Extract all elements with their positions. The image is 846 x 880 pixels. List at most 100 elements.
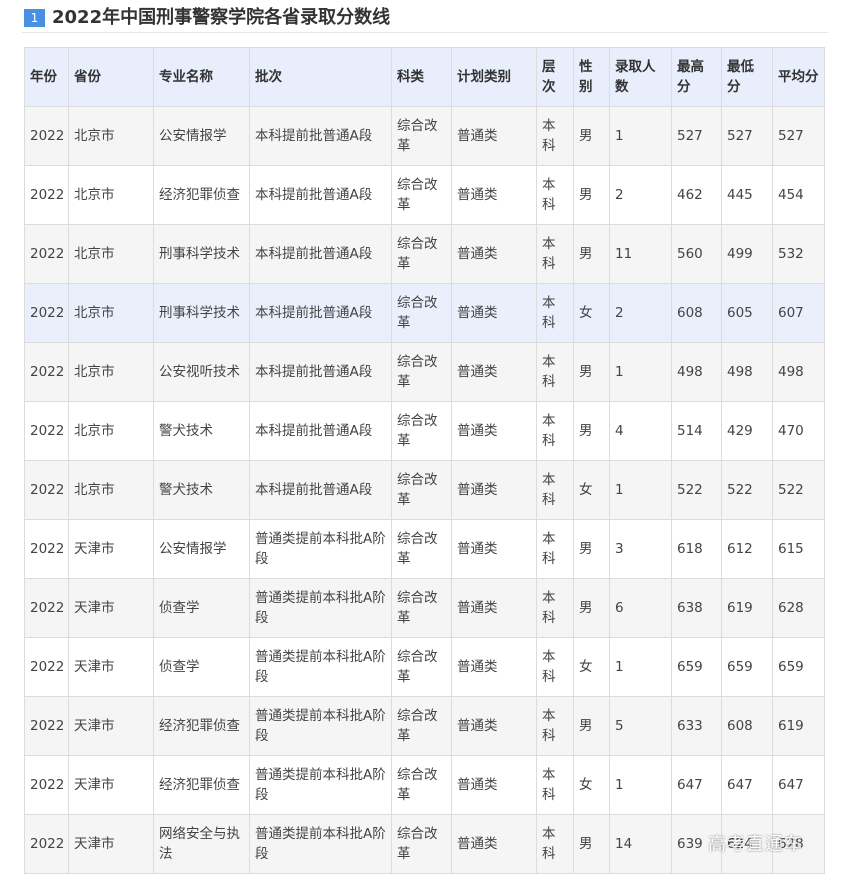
header-plan-type: 计划类别 (451, 47, 537, 107)
table-row: 2022 天津市 公安情报学 普通类提前本科批A阶段 综合改革 普通类 本科男 3 618 612… (24, 519, 825, 579)
cell-batch: 普通类提前本科批A阶段 (249, 578, 392, 638)
table-body: 2022 北京市 公安情报学 本科提前批普通A段 综合改革 普通类 本科男 1 527 527 52… (24, 106, 825, 874)
header-admitted-count: 录取人数 (609, 47, 672, 107)
cell-year: 2022 (24, 224, 69, 284)
cell-year: 2022 (24, 755, 69, 815)
cell-level: 本科 (536, 696, 574, 756)
cell-avg-score: 470 (772, 401, 825, 461)
cell-batch: 本科提前批普通A段 (249, 165, 392, 225)
cell-plan-type: 普通类 (451, 106, 537, 166)
table-row: 2022 北京市 公安视听技术 本科提前批普通A段 综合改革 普通类 本科男 1 498 498 4… (24, 342, 825, 402)
cell-batch: 普通类提前本科批A阶段 (249, 755, 392, 815)
table-row: 2022 天津市 经济犯罪侦查 普通类提前本科批A阶段 综合改革 普通类 本科男 5 633 60… (24, 696, 825, 756)
cell-subject-type: 综合改革 (391, 401, 452, 461)
cell-min-score: 619 (721, 578, 773, 638)
cell-max-score: 462 (671, 165, 722, 225)
cell-max-score: 608 (671, 283, 722, 343)
header-level: 层次 (536, 47, 574, 107)
cell-subject-type: 综合改革 (391, 755, 452, 815)
cell-subject-type: 综合改革 (391, 342, 452, 402)
cell-plan-type: 普通类 (451, 165, 537, 225)
cell-year: 2022 (24, 578, 69, 638)
cell-subject-type: 综合改革 (391, 165, 452, 225)
table-header-row: 年份 省份 专业名称 批次 科类 计划类别 层次 性别 录取人数 最高分 最低分… (24, 47, 825, 107)
header-subject-type: 科类 (391, 47, 452, 107)
cell-max-score: 560 (671, 224, 722, 284)
cell-major: 经济犯罪侦查 (153, 696, 250, 756)
cell-level: 本科 (536, 519, 574, 579)
cell-subject-type: 综合改革 (391, 283, 452, 343)
cell-subject-type: 综合改革 (391, 578, 452, 638)
table-row: 2022 天津市 网络安全与执法 普通类提前本科批A阶段 综合改革 普通类 本科男 14 639… (24, 814, 825, 874)
cell-level: 本科 (536, 401, 574, 461)
cell-year: 2022 (24, 342, 69, 402)
cell-level: 本科 (536, 283, 574, 343)
cell-admitted-count: 1 (609, 637, 672, 697)
cell-min-score: 659 (721, 637, 773, 697)
cell-major: 公安视听技术 (153, 342, 250, 402)
cell-batch: 普通类提前本科批A阶段 (249, 814, 392, 874)
table-row: 2022 天津市 侦查学 普通类提前本科批A阶段 综合改革 普通类 本科女 1 659 659 65… (24, 637, 825, 697)
cell-admitted-count: 5 (609, 696, 672, 756)
cell-min-score: 605 (721, 283, 773, 343)
cell-major: 侦查学 (153, 637, 250, 697)
cell-province: 天津市 (68, 578, 154, 638)
cell-plan-type: 普通类 (451, 224, 537, 284)
cell-admitted-count: 14 (609, 814, 672, 874)
cell-max-score: 647 (671, 755, 722, 815)
cell-subject-type: 综合改革 (391, 637, 452, 697)
cell-major: 警犬技术 (153, 401, 250, 461)
cell-subject-type: 综合改革 (391, 814, 452, 874)
cell-avg-score: 522 (772, 460, 825, 520)
cell-gender: 男 (573, 165, 610, 225)
cell-year: 2022 (24, 696, 69, 756)
cell-province: 北京市 (68, 283, 154, 343)
cell-province: 天津市 (68, 696, 154, 756)
cell-province: 北京市 (68, 165, 154, 225)
cell-avg-score: 607 (772, 283, 825, 343)
cell-admitted-count: 1 (609, 460, 672, 520)
page: 1 2022年中国刑事警察学院各省录取分数线 年份 省份 专业名称 批次 科类 (0, 0, 846, 880)
cell-province: 北京市 (68, 460, 154, 520)
table-row: 2022 北京市 公安情报学 本科提前批普通A段 综合改革 普通类 本科男 1 527 527 52… (24, 106, 825, 166)
cell-year: 2022 (24, 106, 69, 166)
cell-year: 2022 (24, 814, 69, 874)
cell-admitted-count: 2 (609, 283, 672, 343)
header-batch: 批次 (249, 47, 392, 107)
cell-avg-score: 628 (772, 578, 825, 638)
cell-subject-type: 综合改革 (391, 106, 452, 166)
cell-province: 北京市 (68, 401, 154, 461)
cell-gender: 女 (573, 460, 610, 520)
cell-admitted-count: 3 (609, 519, 672, 579)
cell-avg-score: 454 (772, 165, 825, 225)
cell-major: 警犬技术 (153, 460, 250, 520)
cell-year: 2022 (24, 460, 69, 520)
table-row: 2022 北京市 经济犯罪侦查 本科提前批普通A段 综合改革 普通类 本科男 2 462 445 4… (24, 165, 825, 225)
cell-plan-type: 普通类 (451, 283, 537, 343)
cell-year: 2022 (24, 401, 69, 461)
cell-province: 天津市 (68, 519, 154, 579)
cell-gender: 男 (573, 696, 610, 756)
cell-batch: 本科提前批普通A段 (249, 342, 392, 402)
cell-major: 经济犯罪侦查 (153, 755, 250, 815)
cell-plan-type: 普通类 (451, 696, 537, 756)
cell-avg-score: 647 (772, 755, 825, 815)
section-number-badge: 1 (24, 9, 45, 27)
cell-year: 2022 (24, 519, 69, 579)
cell-max-score: 659 (671, 637, 722, 697)
header-major: 专业名称 (153, 47, 250, 107)
cell-plan-type: 普通类 (451, 578, 537, 638)
cell-min-score: 429 (721, 401, 773, 461)
cell-batch: 本科提前批普通A段 (249, 283, 392, 343)
cell-avg-score: 498 (772, 342, 825, 402)
cell-min-score: 612 (721, 519, 773, 579)
table-row: 2022 北京市 警犬技术 本科提前批普通A段 综合改革 普通类 本科女 1 522 522 522 (24, 460, 825, 520)
cell-batch: 本科提前批普通A段 (249, 106, 392, 166)
cell-max-score: 618 (671, 519, 722, 579)
cell-gender: 男 (573, 342, 610, 402)
cell-major: 侦查学 (153, 578, 250, 638)
table-row: 2022 北京市 刑事科学技术 本科提前批普通A段 综合改革 普通类 本科女 2 608 605 6… (24, 283, 825, 343)
cell-level: 本科 (536, 342, 574, 402)
cell-plan-type: 普通类 (451, 460, 537, 520)
cell-gender: 男 (573, 814, 610, 874)
